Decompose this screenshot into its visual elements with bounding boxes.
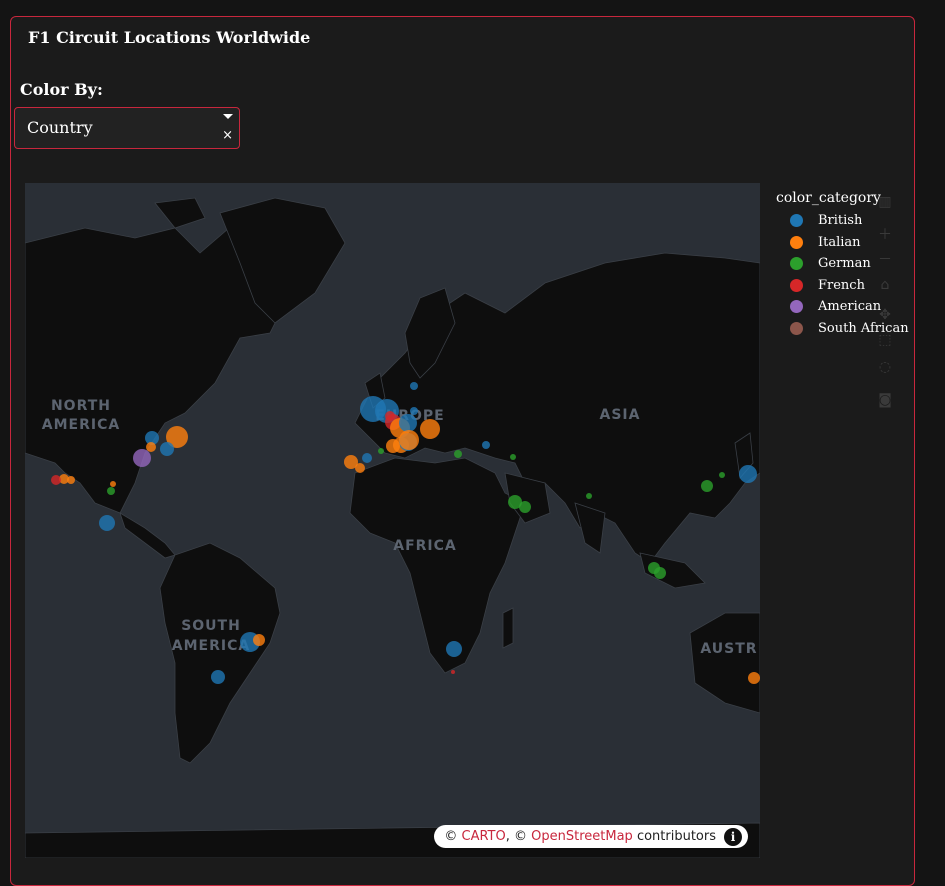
legend-marker-icon [790,278,803,292]
circuit-marker[interactable] [355,463,365,473]
map-canvas[interactable]: NORTH AMERICA EUROPE ASIA AFRICA SOUTH A… [25,183,760,858]
openstreetmap-link[interactable]: OpenStreetMap [531,829,633,844]
circuit-marker[interactable] [51,475,61,485]
continent-label-australia: AUSTR [700,641,757,657]
color-by-selected-value: Country [27,118,93,137]
circuit-marker[interactable] [510,454,516,460]
continent-label-north-america-2: AMERICA [42,417,120,433]
circuit-marker[interactable] [385,411,395,421]
legend-marker-icon [790,235,803,249]
zoom-out-icon[interactable]: － [876,251,894,269]
continent-label-asia: ASIA [600,407,641,423]
circuit-marker[interactable] [378,448,384,454]
info-icon[interactable]: i [724,828,742,846]
world-map[interactable]: NORTH AMERICA EUROPE ASIA AFRICA SOUTH A… [25,183,760,858]
continent-label-north-america-1: NORTH [51,398,111,414]
continent-label-africa: AFRICA [393,538,457,554]
circuit-marker[interactable] [748,672,760,684]
circuit-marker[interactable] [519,501,531,513]
circuit-marker[interactable] [107,487,115,495]
circuit-marker[interactable] [146,442,156,452]
circuit-marker[interactable] [410,407,418,415]
circuit-marker[interactable] [410,382,418,390]
circuit-marker[interactable] [362,453,372,463]
continent-label-south-america-2: AMERICA [172,638,250,654]
color-by-dropdown[interactable]: Country × [14,107,240,149]
legend-item-label: Italian [818,234,861,250]
circuit-marker[interactable] [446,641,462,657]
circuit-marker[interactable] [420,419,440,439]
legend-marker-icon [790,300,803,313]
circuit-marker[interactable] [110,481,116,487]
legend-item-label: South African [818,320,909,336]
chevron-down-icon[interactable] [223,114,233,119]
circuit-marker[interactable] [482,441,490,449]
map-attribution: © CARTO, © OpenStreetMap contributors i [434,825,748,848]
legend-item-label: British [818,213,863,228]
circuit-marker[interactable] [454,450,462,458]
home-icon[interactable]: ⌂ [876,276,894,294]
legend-marker-icon [790,257,803,270]
circuit-marker[interactable] [160,442,174,456]
legend-marker-icon [790,214,803,227]
zoom-in-icon[interactable]: ＋ [876,226,894,244]
circuit-marker[interactable] [211,670,225,684]
bar-chart-icon[interactable]: ▥ [876,193,894,211]
page-title: F1 Circuit Locations Worldwide [28,28,311,47]
camera-icon[interactable]: ◙ [876,391,894,409]
attribution-prefix: © [444,829,462,844]
clear-icon[interactable]: × [222,129,233,143]
land-masses [25,197,760,858]
circuit-marker[interactable] [386,439,400,453]
legend-marker-icon [790,321,803,335]
box-select-icon[interactable]: ⬚ [876,331,894,349]
attribution-suffix: contributors [632,829,716,844]
circuit-marker[interactable] [99,515,115,531]
circuit-marker[interactable] [451,670,455,674]
circuit-marker[interactable] [586,493,592,499]
lasso-select-icon[interactable]: ◌ [876,358,894,376]
circuit-marker[interactable] [654,567,666,579]
circuit-marker[interactable] [399,430,419,450]
legend-item-label: French [818,277,865,293]
circuit-marker[interactable] [719,472,725,478]
continent-label-south-america-1: SOUTH [181,618,241,634]
pan-icon[interactable]: ✥ [876,306,894,324]
legend-item-label: American [818,299,882,314]
circuit-marker[interactable] [133,449,151,467]
attribution-separator: , © [505,829,532,844]
circuit-marker[interactable] [701,480,713,492]
circuit-marker[interactable] [739,465,757,483]
color-by-label: Color By: [20,80,103,99]
circuit-marker[interactable] [399,414,417,432]
legend-item-label: German [818,256,871,271]
carto-link[interactable]: CARTO [462,829,506,844]
circuit-marker[interactable] [67,476,75,484]
circuit-marker[interactable] [253,634,265,646]
